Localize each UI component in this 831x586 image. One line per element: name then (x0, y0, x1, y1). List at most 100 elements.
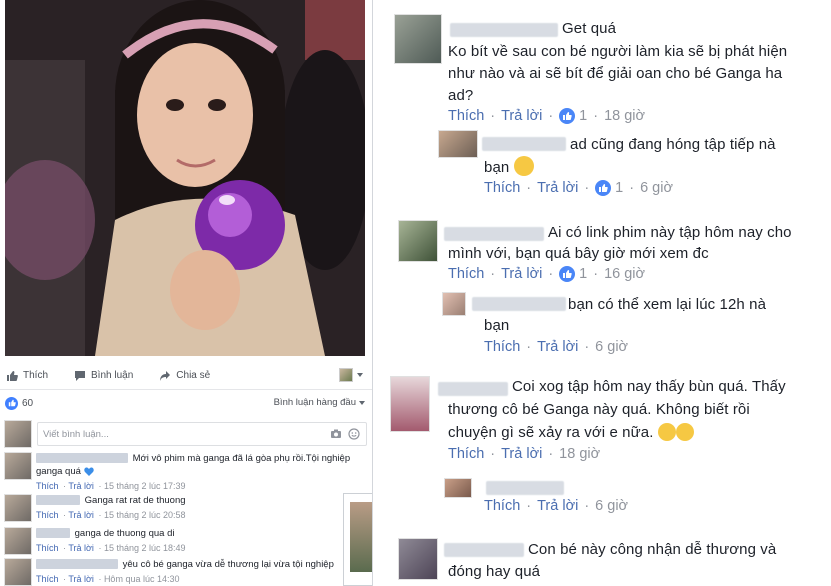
reply-time[interactable]: 6 giờ (595, 339, 628, 355)
caret-down-icon (357, 373, 363, 377)
reply-reply-link[interactable]: Trả lời (537, 180, 578, 196)
likes-count[interactable]: 60 (22, 398, 33, 409)
reply-item: ad cũng đang hóng tập tiếp nà bạn Thích ·… (438, 130, 828, 202)
comment-like-link[interactable]: Thích (36, 510, 59, 520)
like-reaction-icon[interactable] (559, 266, 576, 282)
comment-like-link[interactable]: Thích (448, 266, 484, 282)
post-photo[interactable] (5, 0, 365, 356)
comment-action[interactable]: Bình luận (74, 370, 133, 382)
commenter-name[interactable] (438, 382, 508, 396)
comment-time[interactable]: 15 tháng 2 lúc 17:39 (104, 481, 186, 491)
commenter-avatar[interactable] (4, 527, 32, 555)
comment-meta: Thích · Trả lời · 1 · 18 giờ (448, 108, 646, 124)
caret-down-icon (359, 400, 365, 405)
comment-time[interactable]: 16 giờ (604, 266, 645, 282)
reply-like-link[interactable]: Thích (484, 339, 520, 355)
comment-reply-link[interactable]: Trả lời (501, 446, 542, 462)
comment-reply-link[interactable]: Trả lời (68, 574, 94, 584)
replier-name[interactable] (482, 137, 566, 151)
post-as-selector[interactable] (339, 368, 363, 382)
write-comment-placeholder: Viết bình luận... (43, 429, 109, 440)
chat-preview-popup[interactable] (343, 493, 372, 586)
comment-item: Get quá Ko bít về sau con bé người làm k… (394, 14, 824, 134)
like-action-label: Thích (23, 370, 49, 381)
camera-icon[interactable] (330, 428, 342, 440)
comment-reply-link[interactable]: Trả lời (501, 266, 542, 282)
comment-like-link[interactable]: Thích (448, 108, 484, 124)
commenter-name[interactable] (444, 227, 544, 241)
zoomed-comments-panel: Get quá Ko bít về sau con bé người làm k… (378, 0, 831, 586)
comment-like-link[interactable]: Thích (36, 481, 59, 491)
comment-text-line: mình với, bạn quá bây giờ mới xem đc (448, 245, 709, 262)
reply-text-line: bạn có thể xem lại lúc 12h nà (568, 296, 767, 313)
comment-sort-dropdown[interactable]: Bình luận hàng đầu (274, 397, 365, 408)
commenter-avatar[interactable] (398, 220, 438, 262)
comment-reply-link[interactable]: Trả lời (68, 510, 94, 520)
commenter-name[interactable] (36, 559, 118, 570)
comment-text-line: thương cô bé Ganga này quá. Không biết r… (448, 401, 750, 418)
comment-time[interactable]: 15 tháng 2 lúc 18:49 (104, 543, 186, 553)
post-photo-illustration (5, 0, 365, 356)
comment-reply-link[interactable]: Trả lời (501, 108, 542, 124)
write-comment-input[interactable]: Viết bình luận... (37, 422, 367, 446)
commenter-name[interactable] (36, 495, 80, 506)
reply-like-link[interactable]: Thích (484, 180, 520, 196)
reaction-count[interactable]: 1 (579, 108, 587, 124)
reply-item: bạn có thể xem lại lúc 12h nà bạn Thích ·… (442, 292, 822, 362)
commenter-avatar[interactable] (398, 538, 438, 580)
commenter-avatar[interactable] (394, 14, 442, 64)
reaction-count[interactable]: 1 (579, 266, 587, 282)
reply-like-link[interactable]: Thích (484, 498, 520, 514)
comment-like-link[interactable]: Thích (36, 543, 59, 553)
comment-time[interactable]: Hôm qua lúc 14:30 (104, 574, 180, 584)
post-actions-bar: Thích Bình luận Chia sẻ (0, 362, 372, 390)
like-reaction-icon[interactable] (595, 180, 612, 196)
reaction-count[interactable]: 1 (615, 180, 623, 196)
commenter-name[interactable] (36, 528, 70, 539)
reply-reply-link[interactable]: Trả lời (537, 498, 578, 514)
page-avatar (339, 368, 353, 382)
comment-action-label: Bình luận (91, 370, 134, 381)
replier-avatar[interactable] (438, 130, 478, 158)
comment-text-line: Con bé này công nhận dễ thương và (528, 541, 777, 558)
share-action[interactable]: Chia sẻ (159, 370, 210, 382)
comment-item: Ganga rat rat de thuong Thích · Trả lời … (4, 494, 369, 522)
reply-time[interactable]: 6 giờ (640, 180, 673, 196)
comment-like-link[interactable]: Thích (448, 446, 484, 462)
comment-like-link[interactable]: Thích (36, 574, 59, 584)
comment-time[interactable]: 15 tháng 2 lúc 20:58 (104, 510, 186, 520)
commenter-avatar[interactable] (4, 558, 32, 586)
comment-text: yêu cô bé ganga vừa dễ thương lại vừa tộ… (122, 559, 334, 570)
replier-name[interactable] (486, 481, 564, 495)
reply-reply-link[interactable]: Trả lời (537, 339, 578, 355)
reply-time[interactable]: 6 giờ (595, 498, 628, 514)
like-action[interactable]: Thích (6, 370, 48, 382)
reply-item: Thích · Trả lời · 6 giờ (444, 478, 824, 522)
comment-reply-link[interactable]: Trả lời (68, 543, 94, 553)
comment-time[interactable]: 18 giờ (604, 108, 645, 124)
reply-meta: Thích · Trả lời · 1 · 6 giờ (484, 180, 673, 196)
emoji-icon[interactable] (348, 428, 360, 440)
commenter-avatar[interactable] (4, 494, 32, 522)
commenter-name[interactable] (444, 543, 524, 557)
comment-item: yêu cô bé ganga vừa dễ thương lại vừa tộ… (4, 558, 369, 586)
like-reaction-icon[interactable] (559, 108, 576, 124)
comment-text-line: Coi xog tập hôm nay thấy bùn quá. Thấy (512, 378, 786, 395)
commenter-avatar[interactable] (390, 376, 430, 432)
replier-avatar[interactable] (444, 478, 472, 498)
comment-reply-link[interactable]: Trả lời (68, 481, 94, 491)
comment-time[interactable]: 18 giờ (559, 446, 600, 462)
replier-name[interactable] (472, 297, 566, 311)
commenter-name[interactable] (36, 453, 128, 464)
replier-avatar[interactable] (442, 292, 466, 316)
commenter-avatar[interactable] (4, 452, 32, 480)
commenter-name[interactable] (450, 23, 558, 37)
comment-text: ganga de thuong qua di (74, 528, 175, 539)
comment-icon (75, 370, 86, 381)
comment-text-line: đóng hay quá (448, 563, 541, 580)
comment-item: ganga de thuong qua di Thích · Trả lời ·… (4, 527, 369, 555)
share-action-label: Chia sẻ (176, 370, 211, 381)
thumbs-up-icon (7, 370, 18, 381)
reactions-summary: 60 Bình luận hàng đầu (0, 394, 372, 412)
blue-heart-icon (83, 467, 94, 476)
